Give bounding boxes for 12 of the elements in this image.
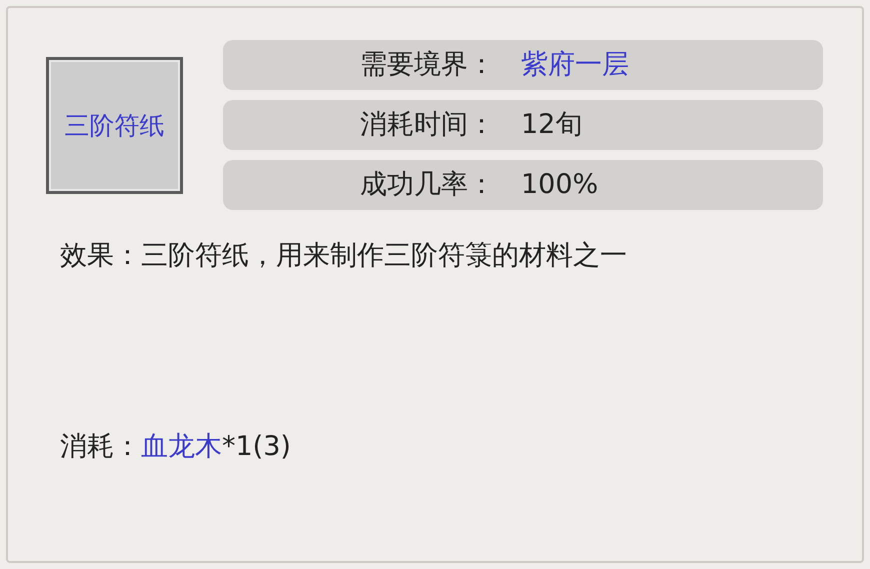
item-slot[interactable]: 三阶符纸 <box>46 57 183 194</box>
requirement-label: 消耗时间： <box>359 108 495 142</box>
requirement-label: 需要境界： <box>359 48 495 82</box>
effect-description: 效果：三阶符纸，用来制作三阶符箓的材料之一 <box>60 239 628 273</box>
requirement-value: 100% <box>521 168 598 202</box>
cost-label: 消耗： <box>60 430 141 464</box>
item-name: 三阶符纸 <box>64 110 164 142</box>
requirement-value: 12旬 <box>521 108 582 142</box>
material-name: 血龙木 <box>141 430 222 464</box>
material-amount: *1(3) <box>222 430 291 464</box>
requirement-value: 紫府一层 <box>521 48 629 82</box>
requirement-label: 成功几率： <box>359 168 495 202</box>
